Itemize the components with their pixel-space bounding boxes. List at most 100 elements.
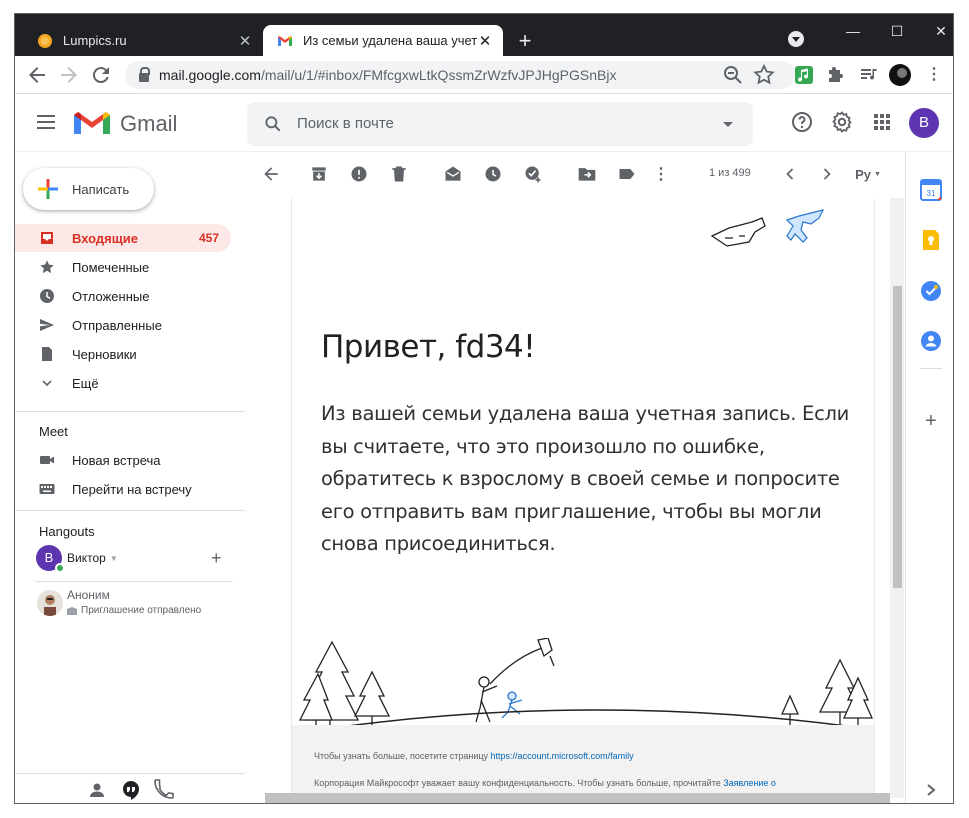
nav-snoozed[interactable]: Отложенные — [15, 282, 231, 310]
divider — [15, 510, 245, 511]
search-icon[interactable] — [263, 114, 283, 134]
privacy-link[interactable]: Заявление о — [723, 778, 776, 788]
side-panel: 31 + — [905, 152, 953, 803]
gmail-header: Gmail Поиск в почте B — [15, 94, 953, 152]
tab-title: Из семьи удалена ваша учетная — [303, 33, 477, 48]
address-bar[interactable]: mail.google.com/mail/u/1/#inbox/FMfcgxwL… — [125, 61, 795, 89]
snooze-clock-icon[interactable] — [483, 164, 503, 184]
hangouts-user[interactable]: B Виктор ▼ — [36, 545, 236, 573]
back-to-inbox-icon[interactable] — [261, 164, 281, 184]
tab-lumpics[interactable]: Lumpics.ru ✕ — [23, 25, 263, 56]
caret-down-icon[interactable]: ▼ — [110, 554, 118, 563]
divider — [35, 581, 233, 582]
label-tag-icon[interactable] — [617, 164, 637, 184]
email-message-body: Привет, fd34! Из вашей семьи удалена ваш… — [291, 198, 875, 798]
nav-drafts[interactable]: Черновики — [15, 340, 231, 368]
pagination-text: 1 из 499 — [709, 167, 751, 179]
meet-join-meeting[interactable]: Перейти на встречу — [15, 475, 231, 503]
add-contact-button[interactable]: + — [211, 548, 222, 569]
mark-unread-icon[interactable] — [443, 164, 463, 184]
phone-icon[interactable] — [153, 778, 177, 802]
nav-more[interactable]: Ещё — [15, 369, 231, 397]
compose-label: Написать — [72, 181, 130, 197]
delete-trash-icon[interactable] — [389, 164, 409, 184]
tab-strip: Lumpics.ru ✕ Из семьи удалена ваша учетн… — [15, 14, 953, 56]
message-toolbar: ⋮ 1 из 499 Ру ▼ — [255, 152, 905, 198]
mail-search-bar[interactable]: Поиск в почте — [247, 102, 753, 146]
new-tab-button[interactable]: + — [512, 28, 538, 54]
input-tools-button[interactable]: Ру ▼ — [851, 164, 885, 184]
zoom-icon[interactable] — [721, 63, 745, 87]
compose-plus-icon — [38, 179, 58, 199]
gmail-logo-text: Gmail — [120, 111, 178, 136]
lock-icon — [139, 66, 150, 82]
bookmark-star-icon[interactable] — [752, 63, 776, 87]
music-extension-icon[interactable] — [794, 65, 814, 85]
vertical-scrollbar-thumb[interactable] — [893, 286, 902, 588]
older-chevron-icon[interactable] — [817, 164, 837, 184]
hangouts-avatar: B — [36, 545, 65, 573]
settings-gear-icon[interactable] — [830, 110, 854, 134]
online-status-dot — [55, 563, 65, 573]
gmail-logo-icon[interactable] — [74, 110, 110, 136]
calendar-icon[interactable]: 31 — [920, 179, 942, 201]
family-link[interactable]: https://account.microsoft.com/family — [491, 751, 634, 761]
keep-icon[interactable] — [920, 229, 942, 251]
minimize-button[interactable]: — — [831, 20, 875, 42]
contacts-icon[interactable] — [920, 330, 942, 352]
nav-sent[interactable]: Отправленные — [15, 311, 231, 339]
landscape-illustration-icon — [292, 638, 874, 735]
window-close-button[interactable]: ✕ — [919, 20, 953, 42]
nav-label: Отложенные — [72, 288, 150, 304]
report-spam-icon[interactable] — [349, 164, 369, 184]
hangouts-bottom-bar — [15, 773, 245, 803]
profile-avatar[interactable] — [889, 64, 911, 86]
hangouts-heading: Hangouts — [39, 524, 95, 539]
add-to-tasks-icon[interactable] — [523, 164, 543, 184]
maximize-button[interactable]: ☐ — [875, 20, 919, 42]
newer-chevron-icon[interactable] — [780, 164, 800, 184]
nav-label: Входящие — [72, 230, 138, 246]
tab-close-icon[interactable]: ✕ — [477, 32, 493, 50]
tab-title: Lumpics.ru — [63, 33, 127, 48]
contacts-person-icon[interactable] — [85, 778, 109, 802]
search-options-dropdown-icon[interactable] — [723, 122, 733, 127]
nav-label: Помеченные — [72, 259, 150, 275]
extensions-puzzle-icon[interactable] — [826, 65, 846, 85]
main-menu-icon[interactable] — [37, 115, 55, 129]
lumpics-favicon-icon — [38, 33, 52, 48]
tab-search-icon[interactable] — [788, 31, 804, 47]
move-to-icon[interactable] — [577, 164, 597, 184]
archive-icon[interactable] — [309, 164, 329, 184]
search-placeholder[interactable]: Поиск в почте — [297, 115, 394, 132]
reload-icon[interactable] — [89, 63, 113, 87]
help-icon[interactable] — [790, 110, 814, 134]
nav-starred[interactable]: Помеченные — [15, 253, 231, 281]
back-arrow-icon[interactable] — [25, 63, 49, 87]
browser-toolbar: mail.google.com/mail/u/1/#inbox/FMfcgxwL… — [15, 56, 953, 94]
get-addons-plus-icon[interactable]: + — [920, 410, 942, 432]
account-avatar[interactable]: B — [909, 108, 939, 138]
apps-grid-icon[interactable] — [870, 110, 894, 134]
hangouts-chat-icon[interactable] — [119, 778, 143, 802]
browser-menu-icon[interactable]: ⋮ — [922, 63, 946, 87]
tab-gmail[interactable]: Из семьи удалена ваша учетная ✕ — [263, 25, 503, 56]
compose-button[interactable]: Написать — [23, 168, 154, 210]
email-greeting: Привет, fd34! — [321, 329, 536, 365]
show-side-panel-chevron-icon[interactable] — [920, 779, 942, 801]
divider — [15, 411, 245, 412]
meet-new-meeting[interactable]: Новая встреча — [15, 446, 231, 474]
nav-inbox[interactable]: Входящие 457 — [15, 224, 231, 252]
media-control-icon[interactable] — [859, 65, 879, 85]
more-options-icon[interactable]: ⋮ — [651, 164, 671, 184]
forward-arrow-icon[interactable] — [57, 63, 81, 87]
tasks-icon[interactable] — [920, 280, 942, 302]
email-body-text: Из вашей семьи удалена ваша учетная запи… — [321, 402, 850, 555]
contact-name: Аноним — [67, 588, 110, 602]
horizontal-scrollbar[interactable] — [265, 793, 890, 803]
tab-close-icon[interactable]: ✕ — [237, 32, 253, 50]
unread-count: 457 — [198, 231, 219, 245]
svg-text:31: 31 — [927, 189, 936, 198]
hangouts-contact[interactable]: Аноним Приглашение отправлено — [37, 588, 237, 618]
footer-line-1: Чтобы узнать больше, посетите страницу h… — [314, 751, 634, 761]
